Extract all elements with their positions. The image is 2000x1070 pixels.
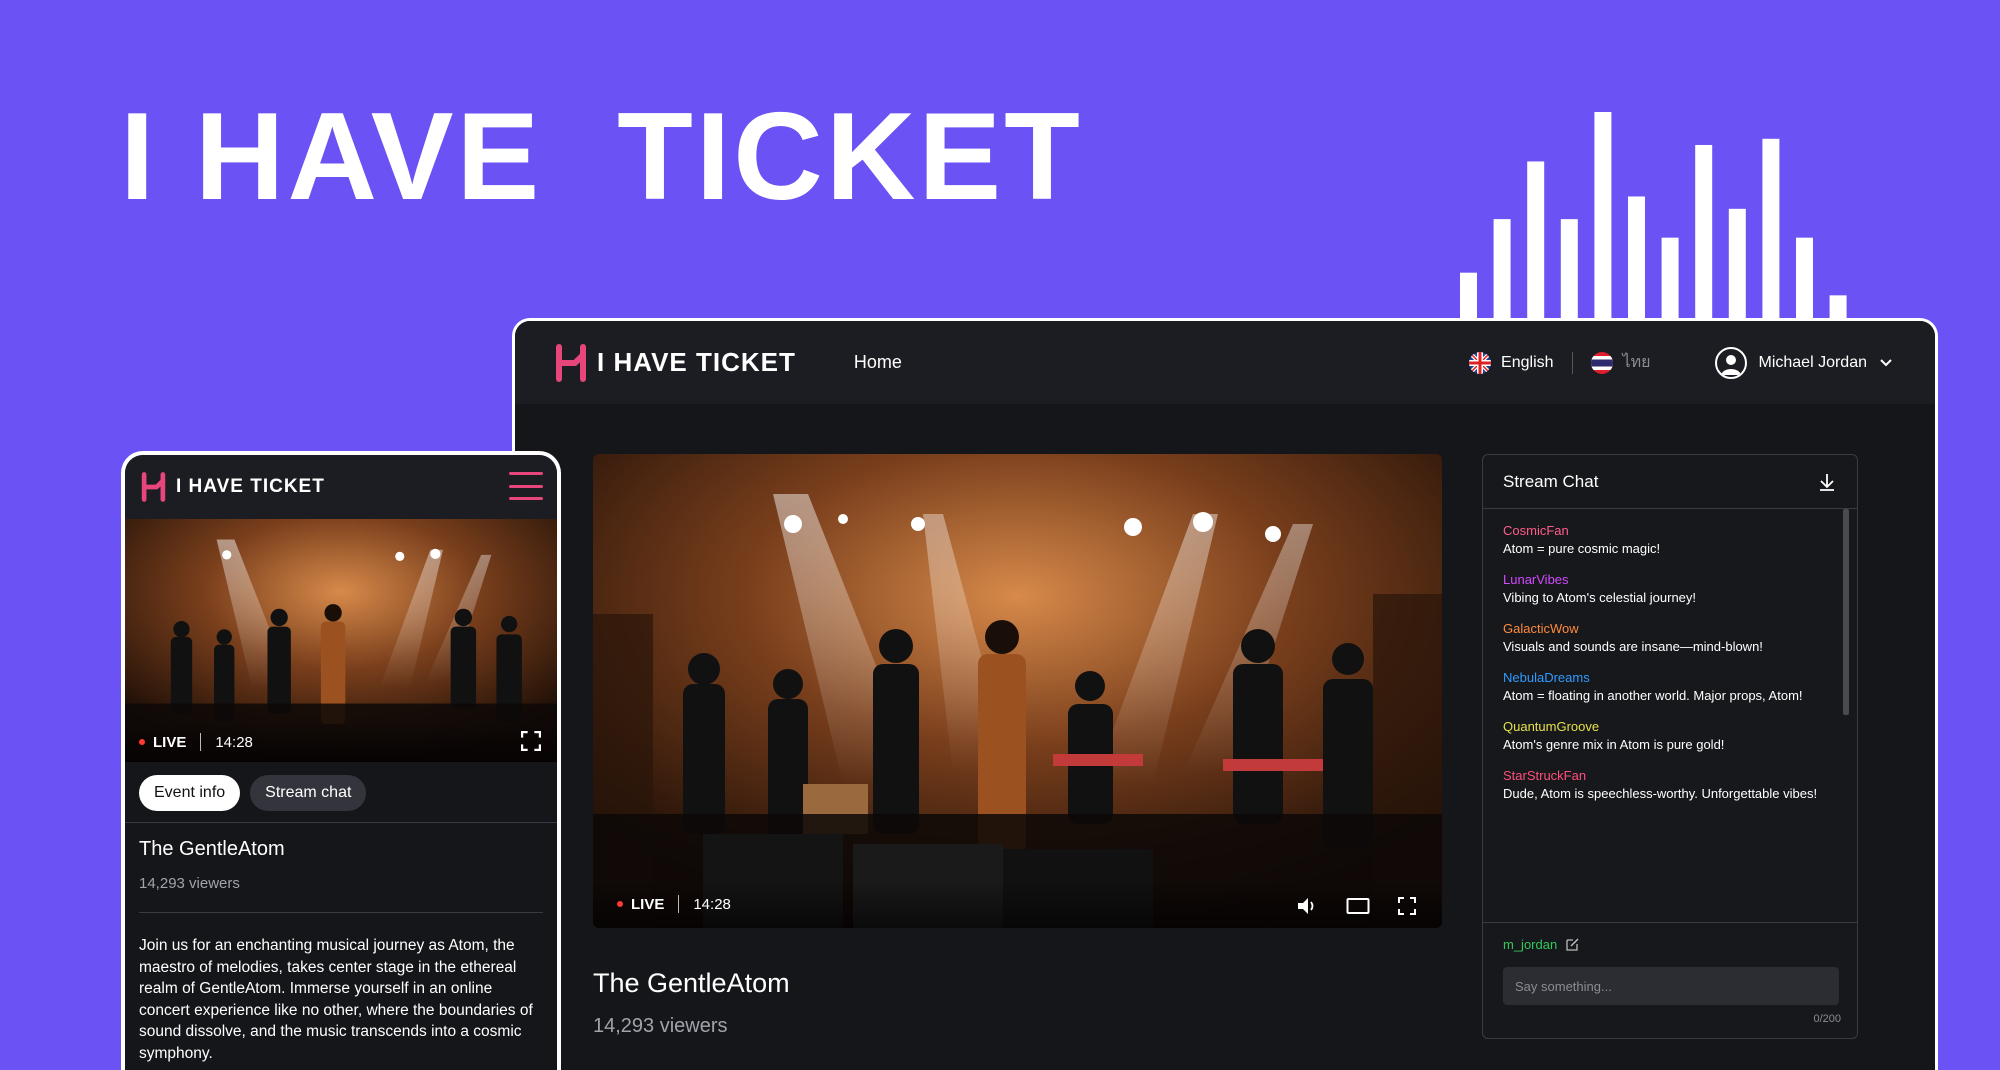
chat-message-text: Atom's genre mix in Atom is pure gold!	[1503, 737, 1725, 752]
chat-message-input[interactable]	[1503, 967, 1839, 1005]
equalizer-bar	[1728, 208, 1746, 318]
chat-message: CosmicFan Atom = pure cosmic magic!	[1503, 523, 1837, 556]
mobile-window: I HAVE TICKET LIVE 14:28 Event info Stre…	[121, 451, 561, 1070]
equalizer-bar	[1594, 112, 1612, 318]
mobile-player-controls: LIVE 14:28	[125, 722, 557, 762]
chat-scrollbar[interactable]	[1843, 509, 1849, 715]
volume-icon[interactable]	[1296, 896, 1318, 916]
avatar-icon	[1714, 346, 1747, 379]
chat-username[interactable]: m_jordan	[1503, 937, 1580, 952]
tab-stream-chat[interactable]: Stream chat	[250, 775, 367, 811]
brand-name: I HAVE TICKET	[176, 476, 325, 497]
equalizer-bar	[1493, 219, 1511, 318]
user-menu[interactable]: Michael Jordan	[1714, 346, 1894, 379]
controls-divider	[678, 895, 680, 913]
equalizer-graphic	[1460, 112, 1847, 318]
desktop-window: I HAVE TICKET Home English ไทย Michael J…	[512, 318, 1938, 1070]
equalizer-bar	[1661, 237, 1679, 318]
chat-message-list[interactable]: CosmicFan Atom = pure cosmic magic! LunarV…	[1483, 509, 1857, 923]
logo-icon	[556, 343, 586, 382]
chat-message: NebulaDreams Atom = floating in another w…	[1503, 670, 1837, 703]
chat-message-text: Vibing to Atom's celestial journey!	[1503, 590, 1697, 605]
fullscreen-icon[interactable]	[521, 731, 541, 751]
collapse-chat-icon[interactable]	[1817, 472, 1837, 492]
stream-chat-panel: Stream Chat CosmicFan Atom = pure cosmic …	[1482, 454, 1858, 1039]
chat-header: Stream Chat	[1483, 455, 1857, 509]
chat-message: QuantumGroove Atom's genre mix in Atom is…	[1503, 719, 1837, 752]
chat-message: StarStruckFan Dude, Atom is speechless-wo…	[1503, 768, 1837, 801]
chat-message-text: Visuals and sounds are insane—mind-blown…	[1503, 639, 1763, 654]
chat-message: LunarVibes Vibing to Atom's celestial jou…	[1503, 572, 1837, 605]
desktop-navbar: I HAVE TICKET Home English ไทย Michael J…	[515, 321, 1935, 404]
user-name: Michael Jordan	[1758, 353, 1868, 371]
mobile-viewer-count: 14,293 viewers	[139, 875, 240, 892]
brand-name: I HAVE TICKET	[597, 347, 796, 377]
equalizer-bar	[1762, 138, 1780, 318]
equalizer-bar	[1796, 237, 1813, 318]
chat-message-text: Atom = floating in another world. Major …	[1503, 688, 1803, 703]
equalizer-bar	[1628, 196, 1645, 318]
chat-message-user[interactable]: LunarVibes	[1503, 572, 1837, 587]
language-english-label: English	[1501, 353, 1554, 371]
live-label: LIVE	[631, 895, 665, 913]
equalizer-bar	[1527, 161, 1545, 318]
video-player[interactable]: LIVE 14:28	[593, 454, 1442, 928]
chat-message-user[interactable]: NebulaDreams	[1503, 670, 1837, 685]
viewer-count: 14,293 viewers	[593, 1015, 728, 1037]
chat-message-user[interactable]: CosmicFan	[1503, 523, 1837, 538]
mobile-event-title: The GentleAtom	[139, 838, 285, 860]
mobile-navbar: I HAVE TICKET	[125, 455, 557, 519]
language-divider	[1571, 351, 1573, 374]
player-controls: LIVE 14:28	[593, 880, 1442, 928]
concert-video-frame	[593, 454, 1442, 928]
fullscreen-icon[interactable]	[1398, 897, 1416, 915]
equalizer-bar	[1695, 144, 1713, 318]
chat-message-user[interactable]: QuantumGroove	[1503, 719, 1837, 734]
mobile-video-player[interactable]: LIVE 14:28	[125, 519, 557, 762]
tabs-divider	[125, 822, 557, 823]
edit-icon[interactable]	[1565, 937, 1580, 952]
elapsed-time: 14:28	[215, 733, 253, 751]
chat-message-text: Atom = pure cosmic magic!	[1503, 541, 1661, 556]
chat-message: GalacticWow Visuals and sounds are insane…	[1503, 621, 1837, 654]
tab-event-info[interactable]: Event info	[139, 775, 241, 811]
chat-message-user[interactable]: StarStruckFan	[1503, 768, 1837, 783]
brand-logo[interactable]: I HAVE TICKET	[555, 343, 796, 383]
event-description: Join us for an enchanting musical journe…	[139, 937, 533, 1062]
event-title: The GentleAtom	[593, 968, 790, 998]
hamburger-menu-icon[interactable]	[509, 472, 543, 500]
equalizer-bar	[1460, 272, 1477, 318]
live-label: LIVE	[153, 733, 187, 751]
chevron-down-icon	[1880, 358, 1892, 366]
controls-divider	[200, 733, 202, 751]
language-thai[interactable]: ไทย	[1590, 350, 1651, 375]
elapsed-time: 14:28	[693, 895, 731, 913]
chat-username-label: m_jordan	[1503, 937, 1558, 952]
theater-mode-icon[interactable]	[1346, 897, 1370, 915]
logo-icon	[141, 472, 166, 502]
chat-char-counter: 0/200	[1813, 1013, 1841, 1025]
thai-flag-icon	[1590, 351, 1613, 374]
equalizer-bar	[1829, 295, 1847, 318]
hero-title: I HAVE TICKET	[120, 88, 1083, 226]
uk-flag-icon	[1469, 351, 1492, 374]
nav-home-link[interactable]: Home	[854, 352, 902, 373]
chat-message-text: Dude, Atom is speechless-worthy. Unforge…	[1503, 786, 1818, 801]
language-english[interactable]: English	[1469, 351, 1554, 374]
chat-title: Stream Chat	[1503, 471, 1599, 491]
equalizer-bar	[1560, 219, 1578, 318]
mobile-brand-logo[interactable]: I HAVE TICKET	[141, 471, 325, 503]
live-indicator	[139, 739, 145, 745]
chat-message-user[interactable]: GalacticWow	[1503, 621, 1837, 636]
mobile-tabs: Event info Stream chat	[139, 775, 367, 811]
language-thai-label: ไทย	[1622, 354, 1651, 371]
live-indicator	[617, 901, 623, 907]
info-divider	[139, 912, 543, 913]
